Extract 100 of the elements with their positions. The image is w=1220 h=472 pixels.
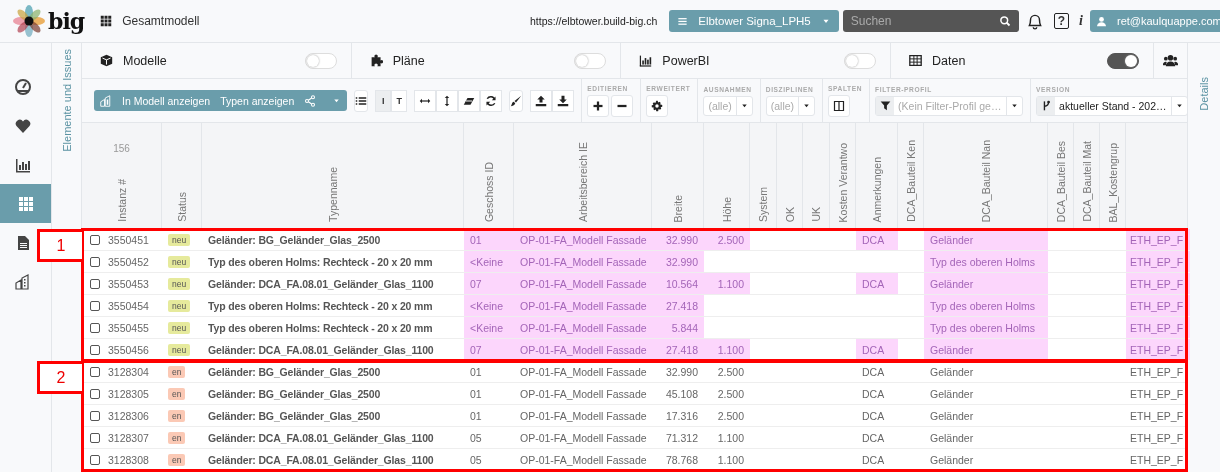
row-checkbox[interactable] [90, 278, 100, 289]
display-mode-tab[interactable]: T [391, 89, 408, 112]
row-checkbox[interactable] [90, 454, 100, 465]
search-field[interactable]: Suchen [842, 10, 1019, 32]
column-header[interactable]: UK [810, 207, 822, 222]
upload-button[interactable] [530, 89, 553, 112]
table-cell: 2.500 [717, 387, 744, 400]
filter-button[interactable] [876, 96, 895, 115]
column-header[interactable]: System [757, 187, 769, 222]
brush-button[interactable] [509, 89, 524, 112]
list-view-button[interactable] [354, 89, 369, 112]
table-cell: Geländer [930, 409, 974, 422]
type-name-cell: Typ des oberen Holms: Rechteck - 20 x 20 mm [208, 299, 433, 312]
view-button[interactable]: Typen anzeigen [220, 94, 295, 107]
refresh-button[interactable] [480, 89, 503, 112]
table-cell: 32.990 [665, 233, 698, 246]
add-button[interactable] [587, 94, 610, 117]
column-header[interactable]: Anmerkungen [870, 156, 883, 222]
column-header[interactable]: Status [175, 192, 188, 222]
download-button[interactable] [552, 89, 575, 112]
column-header[interactable]: Instanz # [115, 179, 128, 222]
status-badge: en [168, 365, 186, 378]
filter-profile-dropdown[interactable]: (Kein Filter-Profil ge… [875, 95, 1024, 116]
help-icon[interactable]: ? [1053, 13, 1070, 29]
panel-label: PowerBI [662, 53, 710, 68]
column-header[interactable]: Kosten Verantwo [836, 142, 849, 222]
table-cell: DCA [862, 453, 885, 466]
table-cell: ETH_EP_F [1130, 431, 1184, 444]
fit-width-button[interactable] [414, 89, 437, 112]
table-cell: 45.108 [665, 387, 698, 400]
table-cell: OP-01-FA_Modell Fassade [520, 233, 647, 246]
row-checkbox[interactable] [90, 366, 100, 377]
row-checkbox[interactable] [90, 256, 100, 267]
view-button[interactable]: In Modell anzeigen [122, 94, 211, 107]
brush-icon [510, 94, 523, 107]
column-header[interactable]: BAL_Kostengrup [1106, 142, 1119, 222]
remove-button[interactable] [611, 94, 634, 117]
row-checkbox[interactable] [90, 432, 100, 443]
filter-profile-field[interactable]: (Kein Filter-Profil ge… [894, 99, 1007, 112]
row-checkbox[interactable] [90, 410, 100, 421]
type-name-cell: Geländer: DCA_FA.08.01_Geländer_Glas_1100 [208, 343, 434, 356]
gauge-icon [15, 78, 31, 95]
table-cell: DCA [862, 409, 885, 422]
table-cell: <Keine [470, 321, 503, 334]
type-name-cell: Typ des oberen Holms: Rechteck - 20 x 20 mm [208, 321, 433, 334]
column-header[interactable]: Höhe [720, 196, 733, 222]
instance-count: 156 [113, 143, 130, 154]
exceptions-dropdown[interactable]: (alle) [703, 95, 753, 116]
table-cell: ETH_EP_F [1130, 343, 1184, 356]
info-icon[interactable]: i [1079, 13, 1083, 29]
table-cell: 2.500 [717, 409, 744, 422]
type-name-cell: Geländer: BG_Geländer_Glas_2500 [208, 233, 381, 246]
settings-button[interactable] [646, 94, 669, 117]
status-badge: en [168, 387, 186, 400]
grid-icon [100, 15, 113, 27]
instance-number: 3550452 [108, 255, 149, 268]
table-cell: Typ des oberen Holms [930, 321, 1036, 334]
exceptions-dropdown[interactable]: (alle) [765, 95, 816, 116]
column-header[interactable]: Geschoss ID [482, 161, 495, 222]
column-header[interactable]: DCA_Bauteil Ken [904, 140, 917, 222]
grid-icon [17, 195, 34, 212]
column-header[interactable]: DCA_Bauteil Bes [1054, 140, 1067, 222]
table-cell: ETH_EP_F [1130, 255, 1184, 268]
table-cell: ETH_EP_F [1130, 277, 1184, 290]
columns-icon [833, 99, 846, 112]
table-cell: 1.100 [717, 343, 744, 356]
table-cell: Typ des oberen Holms [930, 299, 1036, 312]
column-header[interactable]: Breite [671, 194, 684, 222]
column-header[interactable]: Arbeitsbereich IE [576, 142, 589, 222]
column-header[interactable]: OK [783, 206, 796, 222]
row-checkbox[interactable] [90, 322, 100, 333]
list-icon [355, 94, 368, 107]
row-checkbox[interactable] [90, 300, 100, 311]
elements-issues-tab[interactable]: Elemente und Issues [60, 49, 73, 152]
share-button[interactable] [304, 94, 317, 107]
table-cell: OP-01-FA_Modell Fassade [520, 255, 647, 268]
table-cell: 01 [470, 233, 482, 246]
column-header[interactable]: Typenname [326, 167, 339, 222]
dropdown-button[interactable] [332, 96, 342, 105]
fit-height-button[interactable] [436, 89, 459, 112]
project-dropdown[interactable]: Elbtower Signa_LPH5 [669, 10, 839, 32]
row-checkbox[interactable] [90, 388, 100, 399]
eraser-button[interactable] [458, 89, 481, 112]
display-mode-tab[interactable]: I [375, 89, 392, 112]
plus-icon [592, 99, 605, 112]
table-cell: 17.316 [665, 409, 698, 422]
row-checkbox[interactable] [90, 344, 100, 355]
search-icon [998, 15, 1011, 27]
column-header[interactable]: DCA_Bauteil Mat [1080, 141, 1093, 222]
caret-icon [1010, 101, 1020, 110]
panel-label: Modelle [123, 53, 167, 68]
columns-button[interactable] [828, 94, 851, 117]
refresh-icon [485, 94, 498, 107]
version-dropdown[interactable]: aktueller Stand - 202… [1036, 95, 1188, 116]
details-tab[interactable]: Details [1198, 77, 1210, 111]
column-header[interactable]: DCA_Bauteil Nan [979, 139, 992, 222]
row-checkbox[interactable] [90, 234, 100, 245]
type-name-cell: Geländer: BG_Geländer_Glas_2500 [208, 409, 381, 422]
toggle-switch[interactable] [1107, 52, 1139, 69]
download-icon [557, 94, 570, 107]
